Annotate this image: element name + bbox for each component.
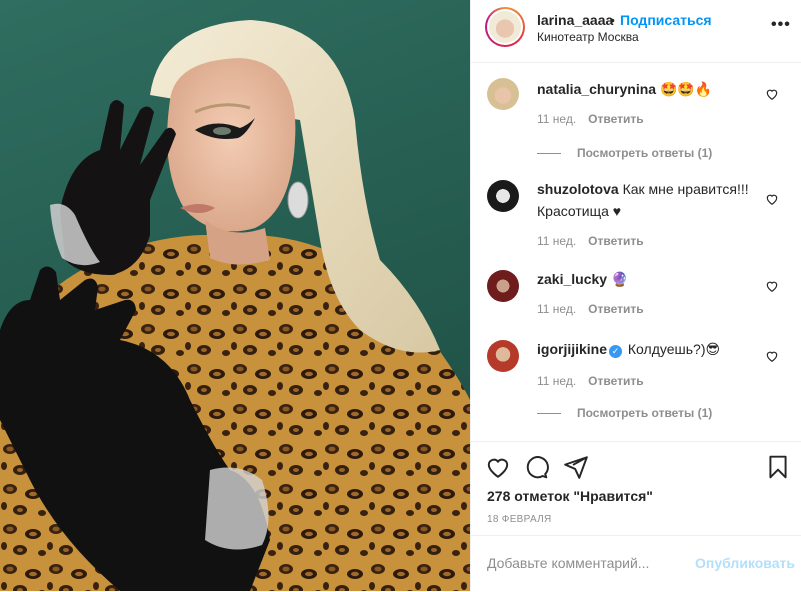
author-username[interactable]: larina_aaaa	[537, 12, 613, 28]
like-comment-heart-icon[interactable]	[765, 192, 779, 206]
reply-button[interactable]: Ответить	[588, 234, 643, 248]
instagram-post: larina_aaaa • Подписаться Кинотеатр Моск…	[0, 0, 801, 591]
comment-time[interactable]: 11 нед.	[537, 374, 576, 388]
photo-illustration	[0, 20, 470, 591]
comment-meta: 11 нед. Ответить	[537, 112, 644, 126]
like-comment-heart-icon[interactable]	[765, 279, 779, 293]
comment-text: natalia_churynina 🤩🤩🔥	[537, 78, 767, 100]
more-options-icon[interactable]: •••	[771, 16, 791, 34]
add-comment-bar: Опубликовать	[471, 535, 801, 592]
author-avatar[interactable]	[485, 7, 525, 47]
commenter-username[interactable]: natalia_churynina	[537, 81, 656, 97]
commenter-avatar[interactable]	[487, 270, 519, 302]
reply-button[interactable]: Ответить	[588, 112, 643, 126]
view-replies-button[interactable]: Посмотреть ответы (1)	[537, 406, 712, 420]
comment-text: igorjijikine ✓ Колдуешь?)😎	[537, 338, 767, 360]
reply-button[interactable]: Ответить	[588, 302, 643, 316]
commenter-username[interactable]: shuzolotova	[537, 181, 619, 197]
commenter-username[interactable]: igorjijikine	[537, 341, 607, 357]
comment-meta: 11 нед. Ответить	[537, 374, 644, 388]
likes-count[interactable]: 278 отметок "Нравится"	[487, 488, 653, 504]
bookmark-icon[interactable]	[765, 454, 791, 480]
comment-meta: 11 нед. Ответить	[537, 234, 644, 248]
post-location[interactable]: Кинотеатр Москва	[537, 30, 639, 44]
view-replies-label: Посмотреть ответы (1)	[577, 146, 713, 160]
comment-meta: 11 нед. Ответить	[537, 302, 644, 316]
comment-time[interactable]: 11 нед.	[537, 112, 576, 126]
comment-text: zaki_lucky 🔮	[537, 268, 767, 290]
comment-body: 🤩🤩🔥	[659, 81, 713, 97]
comment-input[interactable]	[487, 555, 687, 571]
commenter-avatar[interactable]	[487, 78, 519, 110]
follow-button[interactable]: Подписаться	[620, 12, 712, 28]
commenter-avatar[interactable]	[487, 340, 519, 372]
commenter-username[interactable]: zaki_lucky	[537, 271, 607, 287]
replies-divider	[537, 153, 561, 155]
post-date[interactable]: 18 ФЕВРАЛЯ	[487, 514, 552, 525]
share-icon[interactable]	[563, 454, 589, 480]
like-comment-heart-icon[interactable]	[765, 349, 779, 363]
comment-time[interactable]: 11 нед.	[537, 302, 576, 316]
comment-body: 🔮	[610, 271, 629, 287]
post-photo[interactable]	[0, 0, 470, 591]
comment-time[interactable]: 11 нед.	[537, 234, 576, 248]
view-replies-label: Посмотреть ответы (1)	[577, 406, 713, 420]
verified-badge-icon: ✓	[609, 345, 623, 358]
like-comment-heart-icon[interactable]	[765, 87, 779, 101]
post-actions: 278 отметок "Нравится" 18 ФЕВРАЛЯ	[471, 441, 801, 528]
heart-icon[interactable]	[485, 454, 511, 480]
comment-text: shuzolotova Как мне нравится!!! Красотищ…	[537, 178, 767, 222]
reply-button[interactable]: Ответить	[588, 374, 643, 388]
comment-body: Колдуешь?)😎	[627, 341, 721, 357]
view-replies-button[interactable]: Посмотреть ответы (1)	[537, 146, 712, 160]
replies-divider	[537, 413, 561, 415]
post-header: larina_aaaa • Подписаться Кинотеатр Моск…	[471, 0, 801, 63]
commenter-avatar[interactable]	[487, 180, 519, 212]
post-sidebar: larina_aaaa • Подписаться Кинотеатр Моск…	[470, 0, 801, 591]
comment-icon[interactable]	[523, 454, 549, 480]
header-separator: •	[610, 12, 615, 28]
publish-button[interactable]: Опубликовать	[695, 555, 795, 571]
